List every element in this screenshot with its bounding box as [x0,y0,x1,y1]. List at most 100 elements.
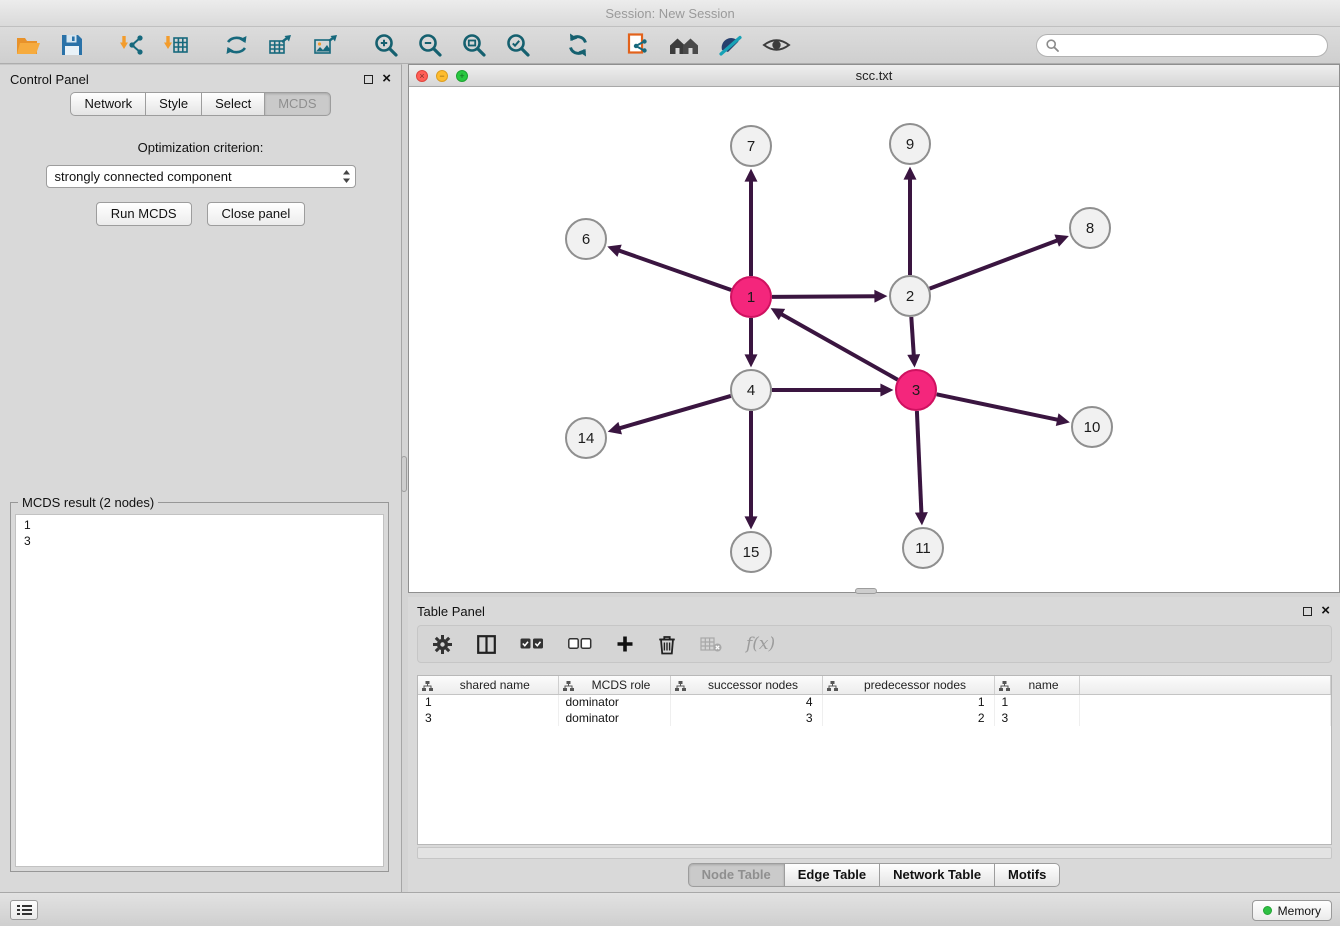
graph-edge-2-8[interactable] [930,240,1060,289]
run-mcds-button[interactable]: Run MCDS [96,202,192,226]
open-session-button[interactable] [12,31,45,59]
graph-node-7[interactable]: 7 [731,126,771,166]
first-neighbors-button[interactable] [666,31,703,59]
column-header-mcds-role[interactable]: MCDS role [558,676,670,694]
show-hide-button[interactable] [759,33,794,57]
graph-node-label: 6 [582,231,590,248]
graph-edge-1-2[interactable] [772,296,877,297]
tab-edge-table[interactable]: Edge Table [784,863,879,887]
close-table-panel-icon[interactable]: × [1321,605,1330,617]
graph-edge-3-1[interactable] [780,313,898,380]
graph-node-1[interactable]: 1 [731,277,771,317]
horizontal-splitter-grip[interactable] [855,588,877,594]
show-columns-button[interactable] [477,635,496,654]
float-panel-icon[interactable] [364,75,373,84]
graph-node-6[interactable]: 6 [566,219,606,259]
close-panel-icon[interactable]: × [382,73,391,85]
import-table-button[interactable] [160,31,193,59]
export-image-button[interactable] [309,31,342,59]
network-view-window: × − + scc.txt 7 9 6 8 1 2 4 3 14 10 15 11 [408,64,1340,593]
close-window-icon[interactable]: × [416,70,428,82]
zoom-selected-button[interactable] [502,30,534,60]
graph-edge-1-6[interactable] [617,250,731,290]
table-cell[interactable]: 3 [670,710,822,726]
tab-select[interactable]: Select [201,92,264,116]
table-cell[interactable]: 1 [822,694,994,710]
column-header-filler [1079,676,1331,694]
graph-node-9[interactable]: 9 [890,124,930,164]
graph-node-8[interactable]: 8 [1070,208,1110,248]
network-canvas[interactable]: 7 9 6 8 1 2 4 3 14 10 15 11 [409,87,1339,592]
apply-style-button[interactable] [715,31,747,59]
deselect-all-button[interactable] [568,638,592,651]
graph-node-10[interactable]: 10 [1072,407,1112,447]
table-row[interactable]: 1dominator411 [418,694,1331,710]
tab-network[interactable]: Network [70,92,145,116]
vertical-splitter-grip[interactable] [401,456,407,492]
close-panel-button[interactable]: Close panel [207,202,306,226]
mcds-result-text[interactable]: 1 3 [15,514,384,867]
show-panels-button[interactable] [10,900,38,920]
search-input[interactable] [1064,38,1318,52]
status-bar: Memory [0,892,1340,926]
delete-column-button[interactable] [658,634,676,655]
new-network-button[interactable] [221,31,252,59]
clone-network-button[interactable] [264,31,297,59]
graph-edge-3-10[interactable] [937,394,1060,420]
zoom-out-button[interactable] [414,30,446,60]
column-header-successor-nodes[interactable]: successor nodes [670,676,822,694]
tab-node-table[interactable]: Node Table [688,863,784,887]
column-type-icon [422,680,433,694]
delete-table-button[interactable] [700,637,722,652]
plus-icon [616,635,634,653]
zoom-window-icon[interactable]: + [456,70,468,82]
function-builder-button[interactable]: f(x) [746,634,775,654]
column-header-name[interactable]: name [994,676,1079,694]
graph-node-14[interactable]: 14 [566,418,606,458]
apply-layout-button[interactable] [562,30,594,60]
column-header-shared-name[interactable]: shared name [418,676,558,694]
create-column-button[interactable] [616,635,634,653]
graph-node-3[interactable]: 3 [896,370,936,410]
table-cell[interactable]: 2 [822,710,994,726]
graph-node-2[interactable]: 2 [890,276,930,316]
select-all-button[interactable] [520,638,544,651]
tab-motifs[interactable]: Motifs [994,863,1060,887]
table-cell[interactable]: dominator [558,710,670,726]
table-cell[interactable]: 4 [670,694,822,710]
table-cell[interactable]: 1 [418,694,558,710]
zoom-fit-button[interactable] [458,30,490,60]
network-graph[interactable]: 7 9 6 8 1 2 4 3 14 10 15 11 [409,87,1339,592]
save-icon [60,33,84,57]
search-box[interactable] [1036,34,1328,57]
control-panel: Control Panel × Network Style Select MCD… [0,64,402,892]
minimize-window-icon[interactable]: − [436,70,448,82]
import-network-button[interactable] [115,31,148,59]
memory-button[interactable]: Memory [1252,900,1332,921]
save-session-button[interactable] [57,31,87,59]
style-brush-icon [718,33,744,57]
tab-style[interactable]: Style [145,92,201,116]
graph-edge-3-11[interactable] [917,411,922,515]
column-header-predecessor-nodes[interactable]: predecessor nodes [822,676,994,694]
tab-mcds[interactable]: MCDS [264,92,330,116]
float-table-panel-icon[interactable] [1303,607,1312,616]
network-window-title: scc.txt [409,65,1339,87]
table-cell[interactable]: 1 [994,694,1079,710]
control-panel-header: Control Panel × [0,65,401,91]
table-cell[interactable]: 3 [418,710,558,726]
column-settings-button[interactable] [432,634,453,655]
table-row[interactable]: 3dominator323 [418,710,1331,726]
network-from-file-button[interactable] [622,30,654,60]
table-cell[interactable]: 3 [994,710,1079,726]
zoom-in-button[interactable] [370,30,402,60]
graph-node-11[interactable]: 11 [903,528,943,568]
optimization-criterion-select[interactable]: strongly connected component [46,165,356,188]
graph-node-4[interactable]: 4 [731,370,771,410]
graph-edge-4-14[interactable] [618,396,731,429]
table-cell[interactable]: dominator [558,694,670,710]
tab-network-table[interactable]: Network Table [879,863,994,887]
table-horizontal-scrollbar[interactable] [417,847,1332,859]
graph-node-15[interactable]: 15 [731,532,771,572]
graph-edge-2-3[interactable] [911,317,914,357]
